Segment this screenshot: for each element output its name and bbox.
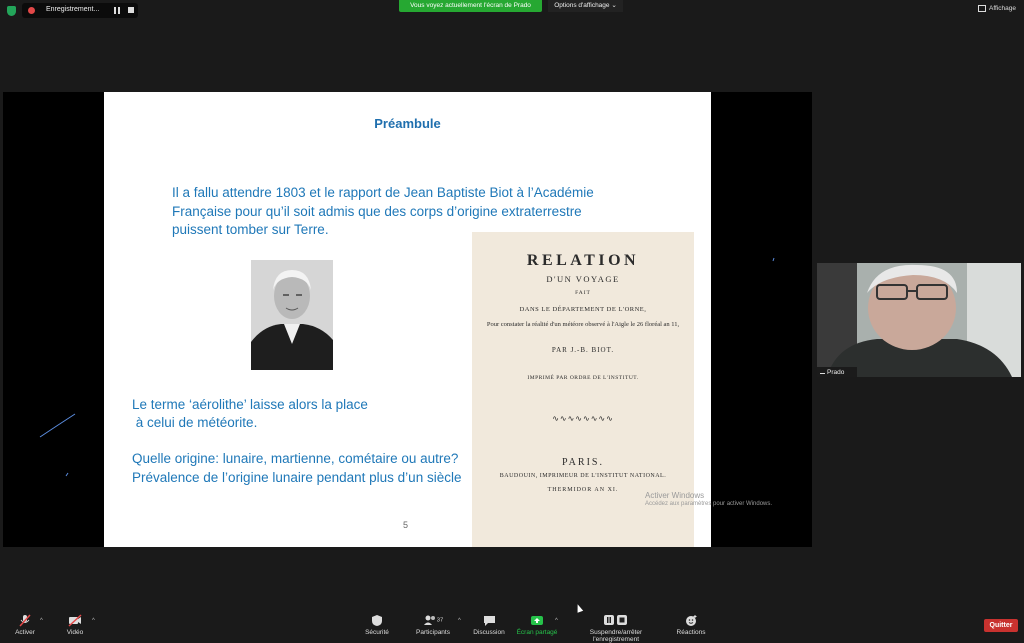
chat-bubble-icon: [483, 616, 495, 626]
unmute-label: Activer: [15, 629, 35, 636]
pause-recording-icon[interactable]: [114, 7, 120, 14]
view-button[interactable]: Affichage: [978, 5, 1016, 12]
windows-activation-subtext: Accédez aux paramètres pour activer Wind…: [645, 501, 773, 507]
quit-button[interactable]: Quitter: [984, 619, 1018, 632]
record-dot-icon: [28, 7, 35, 14]
book-subtitle: D'UN VOYAGE: [546, 274, 620, 284]
participant-name: Prado: [827, 369, 845, 376]
share-screen-label: Écran partagé: [516, 629, 558, 636]
participant-name-tag: Prado: [817, 367, 857, 377]
recording-indicator: Enregistrement...: [22, 3, 138, 18]
participant-video[interactable]: [817, 263, 1021, 377]
shield-icon: [372, 615, 382, 626]
chat-button[interactable]: Discussion: [472, 614, 506, 636]
grid-icon: [978, 5, 986, 12]
slide-paragraph-2-line2: à celui de météorite.: [132, 415, 258, 430]
view-options-label: Options d'affichage: [554, 2, 610, 9]
audio-options-caret[interactable]: ^: [40, 618, 43, 624]
smiley-plus-icon: [685, 615, 696, 626]
security-button[interactable]: Sécurité: [362, 614, 392, 636]
recording-control-label: Suspendre/arrêter l'enregistrement: [589, 629, 643, 643]
pen-annotation: [39, 413, 76, 477]
book-city: PARIS.: [562, 457, 604, 468]
view-button-label: Affichage: [989, 5, 1016, 13]
biot-portrait-image: [251, 260, 333, 370]
book-printer: BAUDOUIN, IMPRIMEUR DE L'INSTITUT NATION…: [499, 473, 667, 479]
video-button[interactable]: Vidéo: [63, 614, 87, 636]
participants-icon: [423, 615, 435, 625]
slide-paragraph-3-line1: Quelle origine: lunaire, martienne, comé…: [132, 451, 459, 466]
slide-page-number: 5: [403, 520, 409, 530]
windows-activation-watermark: Activer Windows: [645, 491, 705, 500]
presentation-slide: Préambule Il a fallu attendre 1803 et le…: [104, 92, 711, 547]
book-dept: DANS LE DÉPARTEMENT DE L'ORNE,: [519, 306, 647, 313]
video-options-caret[interactable]: ^: [92, 618, 95, 624]
view-options-button[interactable]: Options d'affichage ⌄: [548, 0, 623, 12]
stop-recording-icon[interactable]: [128, 7, 134, 13]
book-author: PAR J.-B. BIOT.: [551, 346, 615, 354]
video-off-icon: [68, 614, 82, 627]
security-label: Sécurité: [365, 629, 389, 636]
slide-paragraph-2-line1: Le terme ‘aérolithe’ laisse alors la pla…: [132, 397, 368, 412]
pause-stop-icon: [604, 615, 627, 625]
unmute-button[interactable]: Activer: [12, 614, 38, 636]
book-ornament: ∿∿∿∿∿∿∿∿: [552, 414, 614, 423]
pause-stop-recording-button[interactable]: Suspendre/arrêter l'enregistrement: [566, 614, 666, 643]
participants-caret[interactable]: ^: [458, 618, 461, 624]
reactions-label: Réactions: [676, 629, 706, 636]
book-imprime: IMPRIMÉ PAR ORDRE DE L'INSTITUT.: [527, 375, 639, 381]
share-screen-button[interactable]: Écran partagé: [516, 614, 558, 636]
share-banner: Vous voyez actuellement l'écran de Prado: [399, 0, 542, 12]
share-options-caret[interactable]: ^: [555, 618, 558, 624]
pen-annotation-right: [772, 257, 775, 262]
slide-paragraph-3-line2: Prévalence de l’origine lunaire pendant …: [132, 469, 462, 485]
slide-paragraph-3: Quelle origine: lunaire, martienne, comé…: [132, 450, 461, 487]
book-purpose: Pour constater la réalité d'un météore o…: [486, 321, 680, 328]
chat-label: Discussion: [473, 629, 505, 636]
video-label: Vidéo: [66, 629, 84, 636]
slide-paragraph-2: Le terme ‘aérolithe’ laisse alors la pla…: [132, 396, 368, 432]
shared-screen: Préambule Il a fallu attendre 1803 et le…: [3, 92, 812, 547]
share-screen-icon: [531, 616, 543, 625]
slide-title: Préambule: [374, 116, 441, 131]
book-title: RELATION: [526, 252, 640, 269]
signal-icon: [820, 367, 825, 374]
participants-count: 37: [436, 617, 444, 624]
recording-label: Enregistrement...: [46, 6, 100, 13]
participants-label: Participants: [416, 629, 450, 636]
muted-microphone-icon: [19, 614, 31, 627]
reactions-button[interactable]: Réactions: [675, 614, 707, 636]
book-fait: FAIT: [575, 290, 591, 296]
participants-button[interactable]: 37 Participants: [415, 614, 451, 636]
shield-icon[interactable]: [7, 6, 16, 16]
mouse-cursor: [574, 603, 584, 613]
